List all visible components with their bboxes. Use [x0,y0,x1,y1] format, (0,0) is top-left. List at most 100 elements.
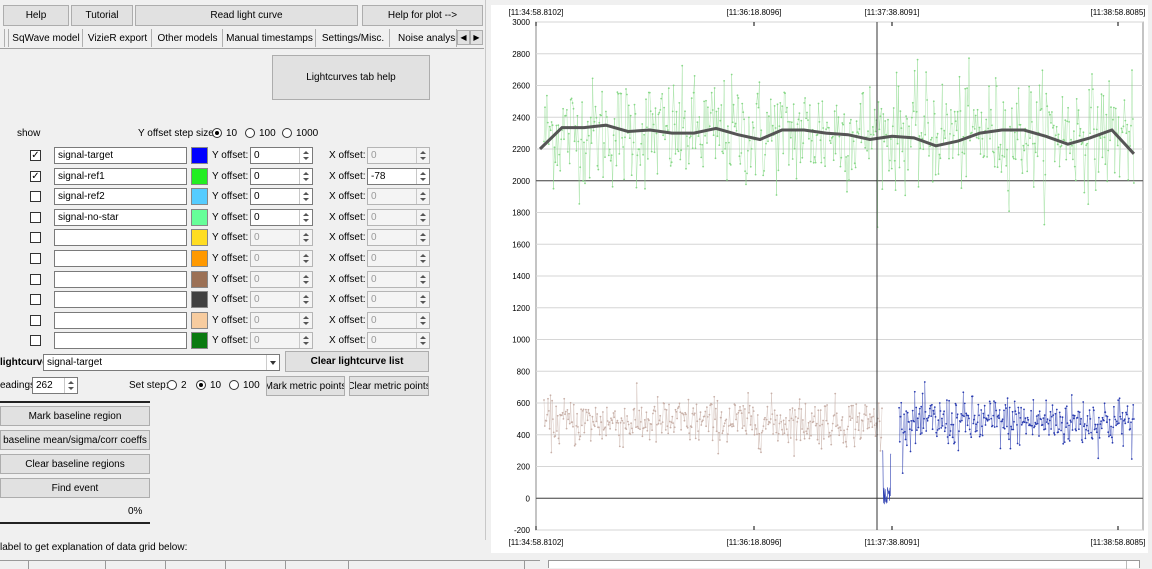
x-offset-stepper[interactable]: 0 [367,332,430,349]
read-light-curve-button[interactable]: Read light curve [135,5,358,26]
show-checkbox[interactable] [30,212,41,223]
signal-name-field[interactable] [54,332,187,349]
color-swatch[interactable] [191,188,208,205]
signal-name-field[interactable] [54,312,187,329]
stepper-arrows-icon[interactable] [299,210,312,225]
stepper-arrows-icon[interactable] [64,378,77,393]
y-offset-stepper[interactable]: 0 [250,332,313,349]
stepper-arrows-icon[interactable] [299,189,312,204]
clear-lightcurve-list-button[interactable]: Clear lightcurve list [285,351,429,372]
y-offset-stepper[interactable]: 0 [250,229,313,246]
tab-scroll-right-button[interactable]: ▶ [470,30,483,45]
signal-name-field[interactable]: signal-no-star [54,209,187,226]
tutorial-button[interactable]: Tutorial [71,5,133,26]
help-for-plot-button[interactable]: Help for plot --> [362,5,483,26]
stepper-arrows-icon[interactable] [416,333,429,348]
stepper-arrows-icon[interactable] [299,230,312,245]
signal-name-field[interactable]: signal-ref1 [54,168,187,185]
tab-sqwave-model[interactable]: SqWave model [10,29,83,47]
x-offset-stepper[interactable]: 0 [367,229,430,246]
set-step-100-radio[interactable] [229,380,239,390]
stepper-arrows-icon[interactable] [299,333,312,348]
baseline-stats-button[interactable]: baseline mean/sigma/corr coeffs [0,430,150,450]
color-swatch[interactable] [191,250,208,267]
tab-settings-misc[interactable]: Settings/Misc. [317,29,390,47]
color-swatch[interactable] [191,312,208,329]
signal-name-field[interactable]: signal-target [54,147,187,164]
stepper-arrows-icon[interactable] [299,292,312,307]
color-swatch[interactable] [191,291,208,308]
signal-name-field[interactable]: signal-ref2 [54,188,187,205]
y-offset-stepper[interactable]: 0 [250,312,313,329]
stepper-arrows-icon[interactable] [416,272,429,287]
set-step-10-radio[interactable] [196,380,206,390]
show-checkbox[interactable] [30,232,41,243]
y-step-100-radio[interactable] [245,128,255,138]
show-checkbox[interactable] [30,253,41,264]
y-offset-stepper[interactable]: 0 [250,188,313,205]
show-checkbox[interactable]: ✓ [30,171,41,182]
show-checkbox[interactable]: ✓ [30,150,41,161]
lightcurve-dropdown[interactable]: signal-target [43,354,280,371]
readings-stepper[interactable]: 262 [32,377,78,394]
stepper-arrows-icon[interactable] [416,292,429,307]
show-checkbox[interactable] [30,315,41,326]
clear-baseline-regions-button[interactable]: Clear baseline regions [0,454,150,474]
x-offset-stepper[interactable]: 0 [367,147,430,164]
stepper-arrows-icon[interactable] [416,251,429,266]
panel-splitter[interactable] [485,0,486,540]
y-offset-stepper[interactable]: 0 [250,168,313,185]
color-swatch[interactable] [191,332,208,349]
x-offset-stepper[interactable]: 0 [367,250,430,267]
y-offset-stepper[interactable]: 0 [250,209,313,226]
find-event-button[interactable]: Find event [0,478,150,498]
stepper-arrows-icon[interactable] [299,169,312,184]
color-swatch[interactable] [191,209,208,226]
x-offset-stepper[interactable]: 0 [367,271,430,288]
signal-name-field[interactable] [54,250,187,267]
show-checkbox[interactable] [30,294,41,305]
y-offset-stepper[interactable]: 0 [250,147,313,164]
color-swatch[interactable] [191,147,208,164]
stepper-arrows-icon[interactable] [299,313,312,328]
stepper-arrows-icon[interactable] [299,251,312,266]
mark-baseline-region-button[interactable]: Mark baseline region [0,406,150,426]
stepper-arrows-icon[interactable] [299,272,312,287]
x-offset-stepper[interactable]: -78 [367,168,430,185]
color-swatch[interactable] [191,271,208,288]
stepper-arrows-icon[interactable] [416,313,429,328]
y-offset-stepper[interactable]: 0 [250,271,313,288]
tab-noise-analysis[interactable]: Noise analysis/I [391,29,457,47]
y-step-10-radio[interactable] [212,128,222,138]
set-step-2-radio[interactable] [167,380,177,390]
tab-vizier-export[interactable]: VizieR export [84,29,152,47]
tab-manual-timestamps[interactable]: Manual timestamps [224,29,316,47]
stepper-arrows-icon[interactable] [416,210,429,225]
lightcurves-tab-help-button[interactable]: Lightcurves tab help [272,55,430,100]
show-checkbox[interactable] [30,274,41,285]
y-offset-stepper[interactable]: 0 [250,250,313,267]
y-offset-stepper[interactable]: 0 [250,291,313,308]
mark-metric-points-button[interactable]: Mark metric points [266,376,345,396]
stepper-arrows-icon[interactable] [416,189,429,204]
color-swatch[interactable] [191,229,208,246]
show-checkbox[interactable] [30,335,41,346]
secondary-dropdown[interactable] [548,560,1140,569]
x-offset-stepper[interactable]: 0 [367,312,430,329]
stepper-arrows-icon[interactable] [416,230,429,245]
x-offset-stepper[interactable]: 0 [367,209,430,226]
tab-partial[interactable] [4,29,9,47]
clear-metric-points-button[interactable]: Clear metric points [349,376,429,396]
signal-name-field[interactable] [54,291,187,308]
help-button[interactable]: Help [3,5,69,26]
plot-canvas[interactable]: 3000280026002400220020001800160014001200… [491,5,1148,553]
stepper-arrows-icon[interactable] [416,169,429,184]
tab-scroll-left-button[interactable]: ◀ [457,30,470,45]
signal-name-field[interactable] [54,271,187,288]
x-offset-stepper[interactable]: 0 [367,188,430,205]
signal-name-field[interactable] [54,229,187,246]
x-offset-stepper[interactable]: 0 [367,291,430,308]
y-step-1000-radio[interactable] [282,128,292,138]
stepper-arrows-icon[interactable] [299,148,312,163]
light-curve-plot[interactable]: 3000 2800 2600 2400 2200 2000 1800 1600 1400 1200… [491,5,1148,553]
